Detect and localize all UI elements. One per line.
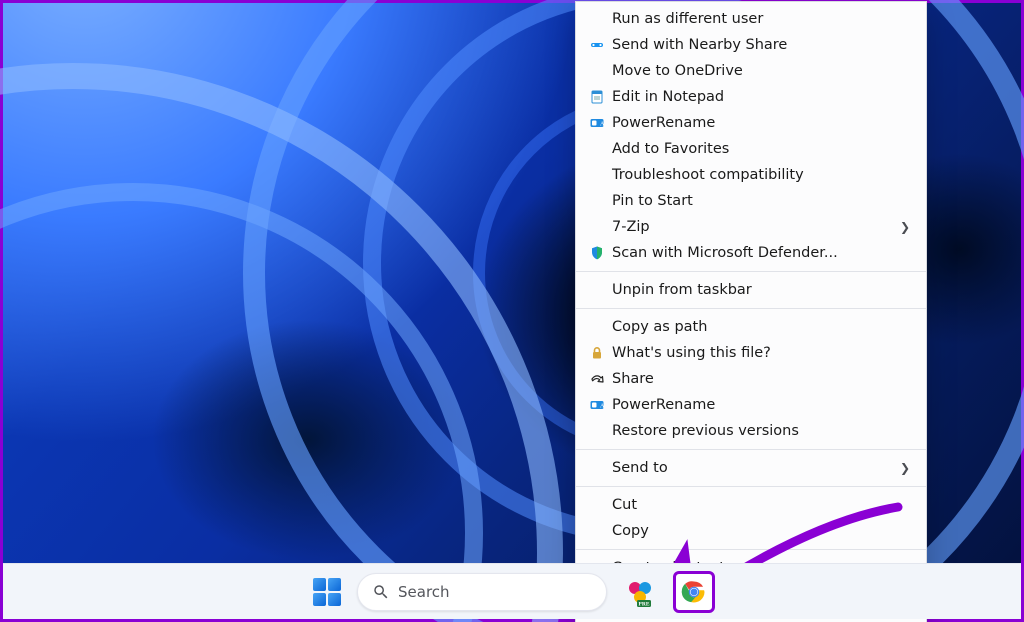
context-menu-label: Unpin from taskbar (610, 282, 910, 298)
context-menu-label: Send with Nearby Share (610, 37, 910, 53)
context-menu-label: 7-Zip (610, 219, 896, 235)
context-menu-item-cut[interactable]: Cut (576, 492, 926, 518)
context-menu-label: Troubleshoot compatibility (610, 167, 910, 183)
context-menu-label: PowerRename (610, 397, 910, 413)
context-menu-separator (576, 486, 926, 487)
blank-icon (584, 10, 610, 28)
context-menu-label: Send to (610, 460, 896, 476)
context-menu-item-run-as-different-user[interactable]: Run as different user (576, 6, 926, 32)
context-menu-item-7-zip[interactable]: 7-Zip❯ (576, 214, 926, 240)
context-menu-item-scan-with-microsoft-defender[interactable]: Scan with Microsoft Defender... (576, 240, 926, 266)
context-menu-label: Restore previous versions (610, 423, 910, 439)
context-menu-label: Share (610, 371, 910, 387)
chevron-right-icon: ❯ (896, 461, 910, 475)
context-menu-label: What's using this file? (610, 345, 910, 361)
search-input[interactable]: Search (357, 573, 607, 611)
context-menu-item-copy[interactable]: Copy (576, 518, 926, 544)
context-menu-label: PowerRename (610, 115, 910, 131)
context-menu-item-move-to-onedrive[interactable]: Move to OneDrive (576, 58, 926, 84)
taskbar: Search PRE (3, 563, 1021, 619)
blank-icon (584, 459, 610, 477)
context-menu-item-what-s-using-this-file[interactable]: What's using this file? (576, 340, 926, 366)
context-menu-item-restore-previous-versions[interactable]: Restore previous versions (576, 418, 926, 444)
svg-text:A: A (600, 404, 605, 410)
context-menu-label: Edit in Notepad (610, 89, 910, 105)
blank-icon (584, 318, 610, 336)
blank-icon (584, 192, 610, 210)
context-menu-item-powerrename[interactable]: A PowerRename (576, 392, 926, 418)
context-menu-item-pin-to-start[interactable]: Pin to Start (576, 188, 926, 214)
context-menu-item-troubleshoot-compatibility[interactable]: Troubleshoot compatibility (576, 162, 926, 188)
lock-icon (584, 344, 610, 362)
context-menu-item-share[interactable]: Share (576, 366, 926, 392)
chrome-taskbar-icon[interactable] (673, 571, 715, 613)
search-placeholder: Search (398, 583, 450, 601)
chevron-right-icon: ❯ (896, 220, 910, 234)
context-menu-item-send-to[interactable]: Send to❯ (576, 455, 926, 481)
context-menu-label: Copy as path (610, 319, 910, 335)
svg-text:A: A (600, 122, 605, 128)
powerrename-icon: A (584, 114, 610, 132)
context-menu-label: Copy (610, 523, 910, 539)
powerrename-icon: A (584, 396, 610, 414)
nearby-icon (584, 36, 610, 54)
blank-icon (584, 166, 610, 184)
svg-text:PRE: PRE (639, 601, 650, 607)
blank-icon (584, 140, 610, 158)
context-menu-item-unpin-from-taskbar[interactable]: Unpin from taskbar (576, 277, 926, 303)
context-menu-separator (576, 308, 926, 309)
context-menu-label: Move to OneDrive (610, 63, 910, 79)
blank-icon (584, 281, 610, 299)
context-menu-label: Cut (610, 497, 910, 513)
blank-icon (584, 62, 610, 80)
blank-icon (584, 522, 610, 540)
context-menu-item-edit-in-notepad[interactable]: Edit in Notepad (576, 84, 926, 110)
context-menu-item-add-to-favorites[interactable]: Add to Favorites (576, 136, 926, 162)
search-icon (372, 583, 390, 601)
context-menu-separator (576, 549, 926, 550)
context-menu-item-copy-as-path[interactable]: Copy as path (576, 314, 926, 340)
blank-icon (584, 496, 610, 514)
context-menu-label: Run as different user (610, 11, 910, 27)
context-menu-label: Add to Favorites (610, 141, 910, 157)
copilot-preview-icon[interactable]: PRE (619, 571, 661, 613)
context-menu: Run as different user Send with Nearby Sh… (575, 1, 927, 622)
start-button[interactable] (309, 574, 345, 610)
context-menu-item-powerrename[interactable]: A PowerRename (576, 110, 926, 136)
context-menu-separator (576, 449, 926, 450)
context-menu-label: Scan with Microsoft Defender... (610, 245, 910, 261)
context-menu-label: Pin to Start (610, 193, 910, 209)
defender-icon (584, 244, 610, 262)
context-menu-item-send-with-nearby-share[interactable]: Send with Nearby Share (576, 32, 926, 58)
notepad-icon (584, 88, 610, 106)
context-menu-separator (576, 271, 926, 272)
blank-icon (584, 218, 610, 236)
share-icon (584, 370, 610, 388)
blank-icon (584, 422, 610, 440)
